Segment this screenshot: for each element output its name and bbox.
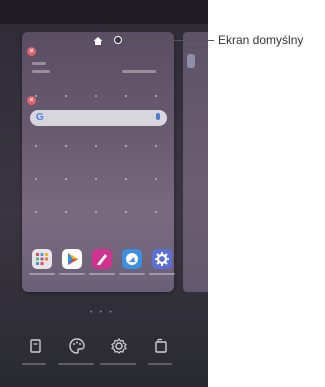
grid-slot-dot bbox=[125, 145, 127, 147]
pen-icon[interactable] bbox=[92, 249, 112, 269]
play-store-icon[interactable] bbox=[62, 249, 82, 269]
clock-widget-line bbox=[32, 70, 50, 73]
grid-slot-dot bbox=[35, 178, 37, 180]
home-icon[interactable] bbox=[93, 36, 103, 46]
grid-slot-dot bbox=[65, 145, 67, 147]
grid-slot-dot bbox=[155, 95, 157, 97]
gear-icon[interactable] bbox=[109, 336, 129, 356]
clock-widget-line bbox=[32, 62, 46, 65]
option-label bbox=[100, 363, 136, 365]
grid-slot-dot bbox=[95, 178, 97, 180]
grid-slot-dot bbox=[35, 95, 37, 97]
app-label bbox=[119, 273, 145, 275]
grid-slot-dot bbox=[155, 145, 157, 147]
grid-slot-dot bbox=[65, 211, 67, 213]
palette-icon[interactable] bbox=[67, 336, 87, 356]
home-screen-card-next[interactable] bbox=[183, 32, 208, 292]
app-label bbox=[59, 273, 85, 275]
remove-page-button-top[interactable]: × bbox=[27, 47, 36, 56]
grid-slot-dot bbox=[95, 95, 97, 97]
page-indicator: • • • bbox=[90, 310, 115, 316]
option-label bbox=[58, 363, 94, 365]
grid-slot-dot bbox=[155, 211, 157, 213]
remove-page-button[interactable]: × bbox=[27, 96, 36, 105]
grid-slot-dot bbox=[155, 178, 157, 180]
grid-slot-dot bbox=[95, 211, 97, 213]
grid-slot-dot bbox=[125, 178, 127, 180]
option-label bbox=[148, 363, 172, 365]
google-search-bar[interactable]: G bbox=[30, 110, 167, 126]
grid-slot-dot bbox=[65, 95, 67, 97]
option-label bbox=[22, 363, 46, 365]
app-label bbox=[149, 273, 175, 275]
weather-widget-line bbox=[122, 70, 156, 73]
app-folder-icon[interactable] bbox=[32, 249, 52, 269]
grid-slot-dot bbox=[35, 211, 37, 213]
app-icon-partial bbox=[187, 54, 195, 68]
grid-slot-dot bbox=[125, 95, 127, 97]
gear-icon[interactable] bbox=[152, 249, 172, 269]
callout-pointer bbox=[114, 36, 122, 44]
browser-icon[interactable] bbox=[122, 249, 142, 269]
wallpaper-icon[interactable] bbox=[26, 336, 46, 356]
grid-slot-dot bbox=[125, 211, 127, 213]
grid-slot-dot bbox=[95, 145, 97, 147]
widget-icon[interactable] bbox=[151, 336, 171, 356]
app-label bbox=[89, 273, 115, 275]
callout-line bbox=[118, 40, 214, 41]
phone-screen: × × G • • • bbox=[0, 0, 208, 387]
grid-slot-dot bbox=[35, 145, 37, 147]
status-bar bbox=[0, 0, 208, 24]
mic-icon[interactable] bbox=[156, 113, 160, 120]
callout-label: Ekran domyślny bbox=[218, 33, 304, 47]
grid-slot-dot bbox=[65, 178, 67, 180]
app-label bbox=[29, 273, 55, 275]
google-logo: G bbox=[36, 112, 44, 123]
